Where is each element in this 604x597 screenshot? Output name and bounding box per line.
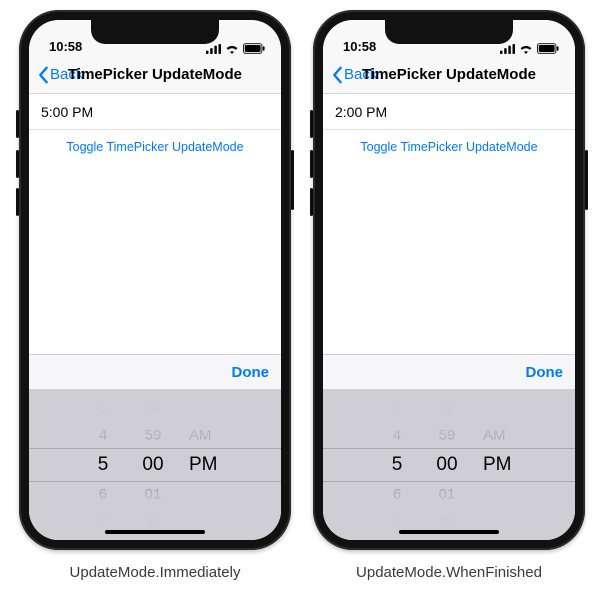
screen: 10:58 (323, 20, 575, 540)
chevron-left-icon (331, 66, 343, 84)
signal-icon (206, 44, 221, 54)
phone-frame-right: 10:58 (313, 10, 585, 550)
screen: 10:58 (29, 20, 281, 540)
toggle-updatemode-button[interactable]: Toggle TimePicker UpdateMode (29, 130, 281, 154)
nav-bar: Back TimePicker UpdateMode (29, 56, 281, 94)
wifi-icon (519, 44, 533, 54)
status-icons (500, 43, 559, 54)
notch (385, 20, 513, 44)
back-button[interactable]: Back (37, 66, 83, 84)
content-area: 5:00 PM Toggle TimePicker UpdateMode Don… (29, 94, 281, 540)
time-picker[interactable]: 2 3 4 5 6 7 8 57 58 59 00 (29, 390, 281, 540)
nav-bar: Back TimePicker UpdateMode (323, 56, 575, 94)
home-indicator (399, 530, 499, 534)
chevron-left-icon (37, 66, 49, 84)
picker-toolbar: Done (29, 354, 281, 390)
selected-time-field[interactable]: 5:00 PM (29, 94, 281, 130)
phone-frame-left: 10:58 (19, 10, 291, 550)
battery-icon (537, 43, 559, 54)
selected-time-field[interactable]: 2:00 PM (323, 94, 575, 130)
caption-left: UpdateMode.Immediately (70, 564, 241, 581)
notch (91, 20, 219, 44)
done-button[interactable]: Done (526, 364, 564, 381)
time-picker[interactable]: 2 3 4 5 6 7 8 57 58 59 00 (323, 390, 575, 540)
caption-right: UpdateMode.WhenFinished (356, 564, 542, 581)
home-indicator (105, 530, 205, 534)
content-area: 2:00 PM Toggle TimePicker UpdateMode Don… (323, 94, 575, 540)
status-time: 10:58 (49, 39, 82, 54)
toggle-updatemode-button[interactable]: Toggle TimePicker UpdateMode (323, 130, 575, 154)
signal-icon (500, 44, 515, 54)
done-button[interactable]: Done (232, 364, 270, 381)
status-time: 10:58 (343, 39, 376, 54)
picker-toolbar: Done (323, 354, 575, 390)
battery-icon (243, 43, 265, 54)
status-icons (206, 43, 265, 54)
back-label: Back (344, 66, 377, 83)
back-label: Back (50, 66, 83, 83)
back-button[interactable]: Back (331, 66, 377, 84)
wifi-icon (225, 44, 239, 54)
